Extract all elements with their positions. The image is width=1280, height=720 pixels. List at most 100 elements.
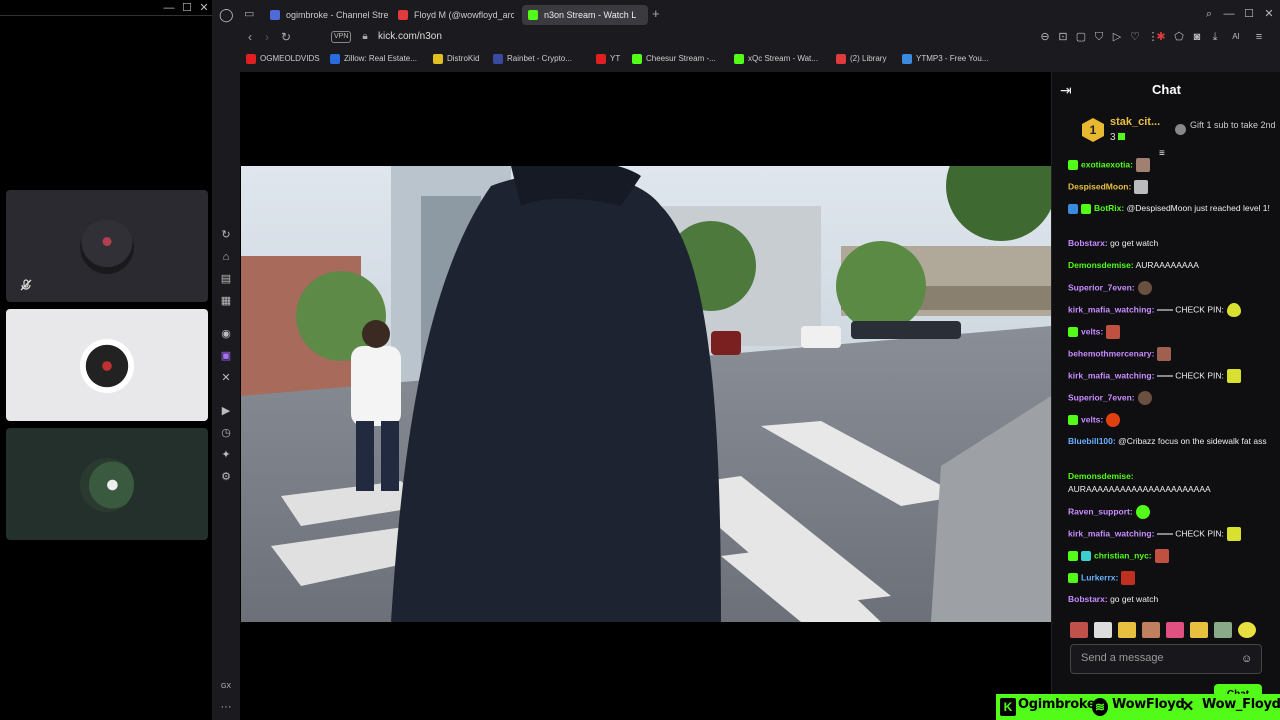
bookmark-item[interactable]: DistroKid — [433, 52, 479, 66]
download-icon[interactable]: ⤓ — [1208, 30, 1222, 44]
history-icon[interactable]: ◷ — [219, 426, 233, 440]
bookmark-item[interactable]: Rainbet - Crypto... — [493, 52, 572, 66]
participant-tile-1[interactable] — [6, 190, 208, 302]
forward-button[interactable]: › — [260, 30, 274, 44]
minimize-button[interactable]: — — [162, 1, 176, 15]
ai-button[interactable]: AI — [1226, 30, 1246, 44]
bookmark-item[interactable]: xQc Stream - Wat... — [734, 52, 818, 66]
chat-username[interactable]: Superior_7even: — [1068, 282, 1135, 292]
chat-username[interactable]: kirk_mafia_watching: — [1068, 304, 1154, 314]
play-icon[interactable]: ▶ — [219, 404, 233, 418]
chat-username[interactable]: behemothmercenary: — [1068, 348, 1154, 358]
participant-tile-2[interactable] — [6, 309, 208, 421]
quick-emote-icon[interactable] — [1094, 622, 1112, 638]
play-icon[interactable]: ▷ — [1110, 30, 1124, 44]
filter-icon[interactable]: ≡ — [1159, 149, 1169, 159]
tab-n3on[interactable]: n3on Stream - Watch L — [522, 5, 648, 25]
chat-username[interactable]: BotRix: — [1094, 203, 1124, 213]
gx-icon[interactable]: GX — [219, 680, 233, 694]
back-button[interactable]: ‹ — [243, 30, 257, 44]
screen-icon[interactable]: ▢ — [1074, 30, 1088, 44]
emoji-picker-icon[interactable]: ☺ — [1241, 653, 1253, 665]
puzzle-icon[interactable]: ⬠ — [1172, 30, 1186, 44]
chat-input-box[interactable]: ☺ — [1070, 644, 1262, 674]
heart-icon[interactable]: ♡ — [1128, 30, 1142, 44]
call-panel: — ☐ ✕ — [0, 0, 212, 720]
discord-icon[interactable]: ◉ — [219, 327, 233, 341]
chat-username[interactable]: Superior_7even: — [1068, 392, 1135, 402]
new-tab-button[interactable]: + — [652, 6, 666, 21]
minimize-button[interactable]: — — [1222, 7, 1236, 21]
url-field[interactable]: kick.com/n3on — [378, 30, 442, 44]
quick-emote-icon[interactable] — [1190, 622, 1208, 638]
profile-avatar-icon[interactable]: ◙ — [1190, 30, 1204, 44]
player-icon[interactable]: ▦ — [219, 294, 233, 308]
quick-emote-icon[interactable] — [1070, 622, 1088, 638]
menu-icon[interactable]: ≡ — [1252, 30, 1266, 44]
gift-sub-text[interactable]: Gift 1 sub to take 2nd — [1190, 120, 1280, 131]
browser-sidebar: ◯ ↻ ⌂ ▤ ▦ ◉ ▣ ✕ ▶ ◷ ✦ ⚙ GX ··· — [212, 0, 240, 720]
workspace-icon[interactable]: ▭ — [244, 7, 258, 21]
tab-floyd[interactable]: Floyd M (@wowfloyd_arch — [392, 5, 514, 25]
opera-logo-icon[interactable]: ◯ — [219, 8, 234, 22]
gift-leaderboard[interactable]: 1 stak_cit... 3 Gift 1 sub to take 2nd ≡ — [1052, 112, 1280, 159]
chat-username[interactable]: exotiaexotia: — [1081, 159, 1133, 169]
bookmark-item[interactable]: (2) Library — [836, 52, 886, 66]
chat-message-input[interactable] — [1081, 652, 1231, 664]
tab-ogimbroke[interactable]: ogimbroke - Channel Stre — [264, 5, 388, 25]
bookmark-item[interactable]: Zillow: Real Estate... — [330, 52, 417, 66]
refresh-feed-icon[interactable]: ↻ — [219, 228, 233, 242]
chat-message: Bobstarx: go get watch — [1068, 237, 1273, 250]
x-logo-icon: ✕ — [1181, 698, 1195, 715]
zoom-icon[interactable]: ⊖ — [1038, 30, 1052, 44]
quick-emote-icon[interactable] — [1166, 622, 1184, 638]
quick-emote-icon[interactable] — [1142, 622, 1160, 638]
vpn-badge[interactable]: VPN — [331, 31, 352, 43]
quick-emote-icon[interactable] — [1238, 622, 1256, 638]
maximize-button[interactable]: ☐ — [180, 1, 194, 15]
quick-emote-icon[interactable] — [1118, 622, 1136, 638]
chat-message: kirk_mafia_watching: CHECK PIN: — [1068, 527, 1273, 541]
x-icon[interactable]: ✕ — [219, 371, 233, 385]
bookmark-item[interactable]: YT — [596, 52, 620, 66]
extensions-icon[interactable]: ✦ — [219, 448, 233, 462]
more-icon[interactable]: ··· — [219, 700, 233, 714]
chat-username[interactable]: velts: — [1081, 326, 1103, 336]
snapshot-icon[interactable]: ⊡ — [1056, 30, 1070, 44]
stream-social-overlay: K Ogimbroke ≋ WowFloyd ✕ Wow_Floyd1 — [996, 694, 1280, 720]
close-button[interactable]: ✕ — [197, 1, 211, 15]
emote-icon — [1137, 391, 1152, 405]
shop-icon[interactable]: ⌂ — [219, 250, 233, 264]
twitch-icon[interactable]: ▣ — [219, 349, 233, 363]
wallet-icon[interactable]: ▤ — [219, 272, 233, 286]
participant-tile-3[interactable] — [6, 428, 208, 540]
bookmark-item[interactable]: OGMEOLDVIDS — [246, 52, 320, 66]
chat-username[interactable]: Demonsdemise: — [1068, 260, 1134, 270]
extension-icon[interactable]: ✱ — [1154, 30, 1168, 44]
gift-sub-icon — [1175, 124, 1186, 135]
chat-username[interactable]: Lurkerrx: — [1081, 572, 1118, 582]
bookmark-item[interactable]: YTMP3 - Free You... — [902, 52, 988, 66]
chat-username[interactable]: christian_nyc: — [1094, 550, 1152, 560]
maximize-button[interactable]: ☐ — [1242, 7, 1256, 21]
settings-gear-icon[interactable]: ⚙ — [219, 470, 233, 484]
chat-username[interactable]: Bobstarx: — [1068, 238, 1108, 248]
chat-username[interactable]: kirk_mafia_watching: — [1068, 528, 1154, 538]
chat-username[interactable]: kirk_mafia_watching: — [1068, 370, 1154, 380]
bookmark-item[interactable]: Cheesur Stream -... — [632, 52, 716, 66]
chat-username[interactable]: Bluebill100: — [1068, 436, 1116, 446]
lock-icon[interactable]: 🔒︎ — [358, 30, 372, 44]
chat-username[interactable]: Demonsdemise: — [1068, 471, 1134, 481]
quick-emote-icon[interactable] — [1214, 622, 1232, 638]
chat-username[interactable]: Bobstarx: — [1068, 594, 1108, 604]
shield-icon[interactable]: ⛉ — [1092, 30, 1106, 44]
bookmark-label: xQc Stream - Wat... — [748, 54, 818, 63]
search-icon[interactable]: ⌕ — [1202, 7, 1216, 21]
chat-username[interactable]: DespisedMoon: — [1068, 181, 1131, 191]
chat-username[interactable]: Raven_support: — [1068, 506, 1133, 516]
emote-icon — [1106, 325, 1121, 339]
reload-button[interactable]: ↻ — [279, 30, 293, 44]
close-window-button[interactable]: ✕ — [1262, 7, 1276, 21]
video-player[interactable] — [241, 166, 1051, 622]
chat-username[interactable]: velts: — [1081, 414, 1103, 424]
